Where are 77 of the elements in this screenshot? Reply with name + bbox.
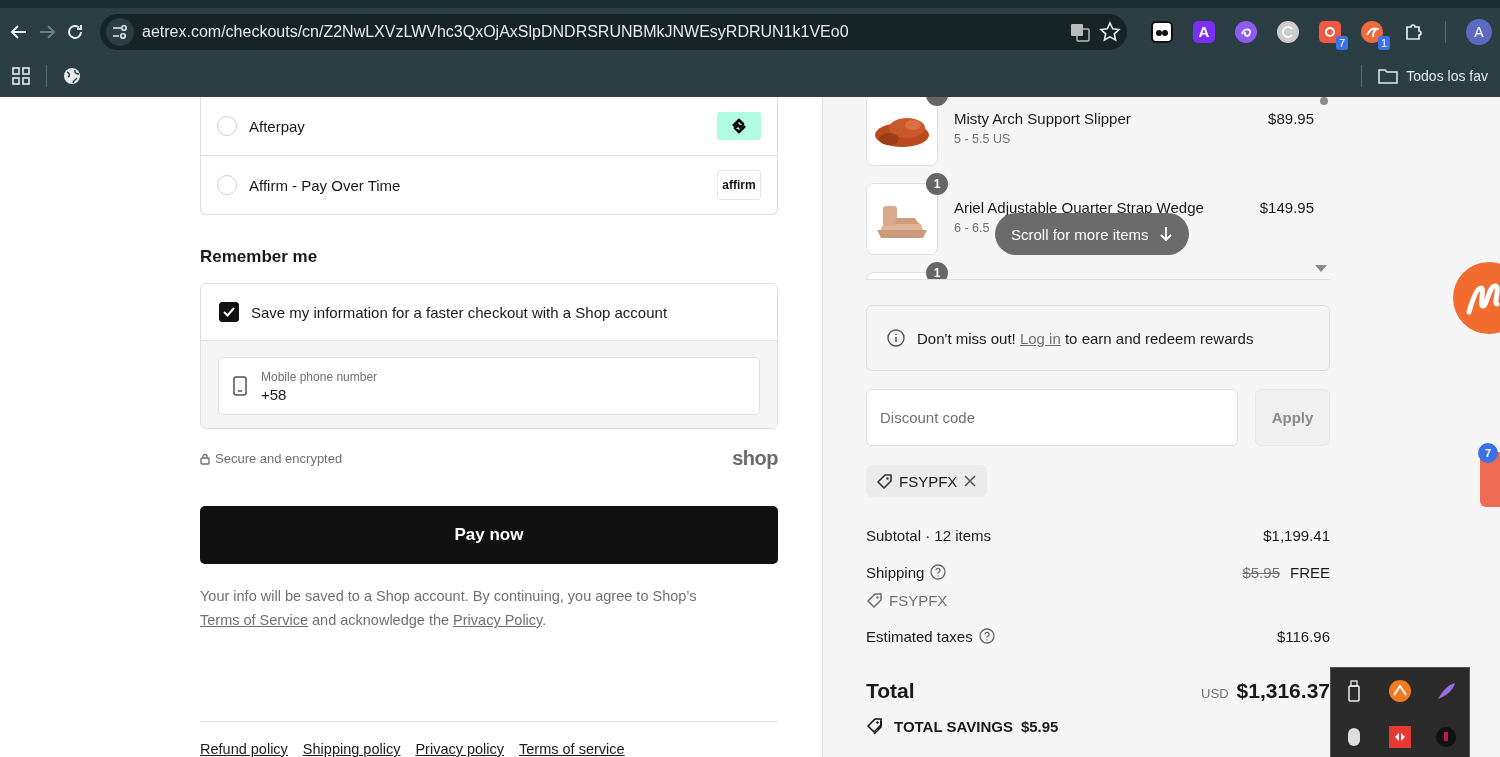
footer-link[interactable]: Privacy policy [415,741,505,757]
tag-icon [876,472,893,490]
summary-value: $1,199.41 [1263,526,1330,544]
quantity-badge: 1 [926,262,948,279]
globe-icon[interactable] [63,67,81,85]
total-label: Total [866,679,915,703]
affirm-logo: affirm [717,170,761,200]
savings-label: TOTAL SAVINGS [894,717,1013,735]
help-icon [978,628,995,644]
summary-label: Shipping [866,563,925,581]
phone-field[interactable]: Mobile phone number +58 [218,357,760,415]
lock-icon [200,452,210,465]
shop-logo: shop [732,447,778,471]
product-price: $89.95 [1268,109,1314,129]
notification-badge: 7 [1478,443,1498,463]
product-name: Ariel Adjustable Quarter Strap Wedge [954,199,1204,216]
summary-label: Estimated taxes [866,627,973,645]
quantity-badge: 1 [926,173,948,195]
payment-label: Affirm - Pay Over Time [249,176,402,194]
summary-value: FREE [1290,563,1330,581]
login-link[interactable]: Log in [1019,329,1061,347]
discount-code-field[interactable]: Discount code [866,389,1238,446]
extension-icon[interactable] [1235,20,1257,43]
original-price: $5.95 [1242,563,1280,581]
apps-grid-icon[interactable] [12,67,30,85]
ring-icon [1323,24,1337,39]
footer-link[interactable]: Shipping policy [302,741,401,757]
discount-chip: FSYPFX [866,465,988,497]
folder-icon [1378,68,1399,84]
url-text: aetrex.com/checkouts/cn/Z2NwLXVzLWVhc3QxOjAxSlpDNDRSRUNBMkJNWEsyRDRUN1k1VEo0 [142,22,850,41]
address-bar[interactable]: aetrex.com/checkouts/cn/Z2NwLXVzLWVhc3QxOjAxSlpDNDRSRUNBMkJNWEsyRDRUN1k1VEo0 [100,13,1127,50]
field-value: +58 [261,385,288,403]
down-arrow-icon [1158,226,1173,242]
extension-icon[interactable]: A [1193,20,1215,43]
checkbox[interactable] [219,302,239,322]
site-settings-icon [112,23,128,40]
close-icon[interactable] [963,474,978,488]
footer-link[interactable]: Refund policy [200,741,288,757]
star-icon[interactable] [1099,20,1121,43]
extension-icon[interactable] [1319,20,1341,43]
info-icon [887,329,905,347]
disclaimer-text: Your info will be saved to a Shop account. By continuing, you agree to Shop’s Terms of Service and acknowledge the Privacy Policy. [200,587,698,630]
extension-icon[interactable] [1151,20,1173,43]
extension-icon[interactable] [1277,20,1299,43]
field-label: Mobile phone number [261,369,378,384]
section-heading: Remember me [200,247,319,267]
profile-avatar[interactable]: A [1466,18,1492,45]
product-price: $149.95 [1259,198,1314,218]
total-amount: $1,316.37 [1236,679,1330,702]
discount-code: FSYPFX [889,592,948,609]
terms-link[interactable]: Terms of Service [200,612,308,628]
dark-circle-icon[interactable] [1435,726,1457,748]
footer-link[interactable]: Terms of service [519,741,625,757]
checkbox-label: Save my information for a faster checkout with a Shop account [251,303,668,321]
payment-option[interactable]: Affirm - Pay Over Time affirm [201,155,777,214]
payment-label: Afterpay [249,117,306,135]
payment-option[interactable]: Afterpay [201,97,777,155]
savings-amount: $5.95 [1020,717,1059,735]
scrollbar-thumb [1320,97,1328,105]
product-name: Misty Arch Support Slipper [954,110,1131,127]
summary-value: $116.96 [1276,627,1330,645]
summary-label: Subtotal · 12 items [866,526,992,544]
secure-note-text: Secure and encrypted [215,451,343,467]
bookmark-folder[interactable]: Todos los fav [1378,68,1488,84]
product-variant: 6 - 6.5 [954,221,990,235]
scroll-down-icon[interactable] [1315,265,1327,273]
currency-code: USD [1201,686,1229,701]
pay-now-button[interactable]: Pay now [200,506,778,564]
product-variant: 5 - 5.5 US [954,132,1011,146]
tag-icon [866,592,883,609]
remote-desktop-icon[interactable] [1389,726,1411,748]
extension-icon[interactable] [1361,20,1383,43]
help-icon [930,564,947,580]
feather-icon[interactable] [1435,680,1457,702]
checkmark-icon [223,307,235,317]
mobile-phone-icon [233,376,247,396]
rewards-text: Don't miss out! Log in to earn and redeem rewards [917,329,1254,347]
